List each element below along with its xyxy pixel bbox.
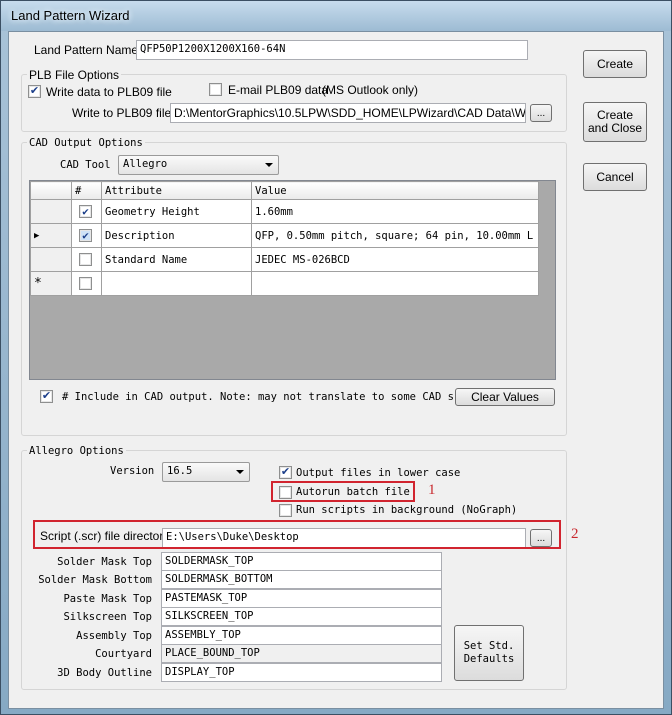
chevron-down-icon	[265, 163, 273, 167]
window-title: Land Pattern Wizard	[11, 8, 130, 23]
allegro-group-title: Allegro Options	[27, 445, 126, 457]
row-attribute-cell[interactable]: Description	[101, 223, 252, 248]
row-include-checkbox[interactable]	[79, 229, 92, 242]
write-to-label: Write to PLB09 file	[72, 106, 172, 120]
layer-label-solder-mask-top: Solder Mask Top	[57, 556, 152, 568]
version-value: 16.5	[167, 465, 193, 477]
background-checkbox[interactable]	[279, 504, 292, 517]
row-marker[interactable]	[30, 199, 72, 224]
layer-input-courtyard[interactable]: PLACE_BOUND_TOP	[161, 644, 442, 663]
plb-group-title: PLB File Options	[27, 68, 122, 82]
layer-label-paste-mask-top: Paste Mask Top	[63, 593, 152, 605]
land-pattern-name-input[interactable]: QFP50P1200X1200X160-64N	[136, 40, 528, 60]
layer-input-solder-mask-top[interactable]: SOLDERMASK_TOP	[161, 552, 442, 571]
version-select[interactable]: 16.5	[162, 462, 250, 482]
layer-label-assembly-top: Assembly Top	[76, 630, 152, 642]
row-value-cell[interactable]	[251, 271, 539, 296]
write-data-label: Write data to PLB09 file	[46, 85, 172, 99]
row-include-checkbox[interactable]	[79, 253, 92, 266]
grid-header-attribute[interactable]: Attribute	[101, 181, 252, 200]
grid-row[interactable]: Standard Name JEDEC MS-026BCD	[30, 247, 539, 272]
clear-values-button[interactable]: Clear Values	[455, 388, 555, 406]
annotation-box-script-dir	[33, 520, 561, 549]
grid-header-row: # Attribute Value	[30, 181, 539, 200]
annotation-number-1: 1	[428, 482, 436, 498]
title-bar[interactable]: Land Pattern Wizard	[1, 1, 671, 31]
version-label: Version	[110, 465, 155, 477]
email-note: (MS Outlook only)	[322, 83, 419, 97]
create-button[interactable]: Create	[583, 50, 647, 78]
row-include-checkbox[interactable]	[79, 277, 92, 290]
row-attribute-cell[interactable]: Standard Name	[101, 247, 252, 272]
row-value-cell[interactable]: 1.60mm	[251, 199, 539, 224]
row-value-cell[interactable]: QFP, 0.50mm pitch, square; 64 pin, 10.00…	[251, 223, 539, 248]
row-attribute-cell[interactable]	[101, 271, 252, 296]
row-marker[interactable]: ▶	[30, 223, 72, 248]
cad-tool-value: Allegro	[123, 158, 168, 170]
layer-label-courtyard: Courtyard	[95, 648, 152, 660]
cad-attributes-table: # Attribute Value Geometry Height 1.60mm…	[30, 181, 539, 296]
grid-header-value[interactable]: Value	[251, 181, 539, 200]
layer-input-assembly-top[interactable]: ASSEMBLY_TOP	[161, 626, 442, 645]
cad-group-title: CAD Output Options	[27, 137, 145, 149]
cad-tool-select[interactable]: Allegro	[118, 155, 279, 175]
cad-tool-label: CAD Tool	[60, 159, 111, 171]
annotation-number-2: 2	[571, 526, 579, 542]
dialog-client: Land Pattern Name QFP50P1200X1200X160-64…	[8, 31, 664, 709]
layer-input-solder-mask-bottom[interactable]: SOLDERMASK_BOTTOM	[161, 570, 442, 589]
set-std-defaults-button[interactable]: Set Std. Defaults	[454, 625, 524, 681]
email-label: E-mail PLB09 data	[228, 83, 329, 97]
grid-header-number: #	[71, 181, 102, 200]
grid-corner-header	[30, 181, 72, 200]
layer-input-paste-mask-top[interactable]: PASTEMASK_TOP	[161, 589, 442, 608]
background-label: Run scripts in background (NoGraph)	[296, 504, 518, 516]
include-in-cad-checkbox[interactable]	[40, 390, 53, 403]
layer-input-3d-body-outline[interactable]: DISPLAY_TOP	[161, 663, 442, 682]
email-checkbox[interactable]	[209, 83, 222, 96]
layer-label-solder-mask-bottom: Solder Mask Bottom	[38, 574, 152, 586]
row-marker[interactable]	[30, 247, 72, 272]
new-row-marker[interactable]: *	[30, 271, 72, 296]
grid-new-row[interactable]: *	[30, 271, 539, 296]
lower-case-checkbox[interactable]	[279, 466, 292, 479]
chevron-down-icon	[236, 470, 244, 474]
lower-case-label: Output files in lower case	[296, 467, 461, 479]
row-attribute-cell[interactable]: Geometry Height	[101, 199, 252, 224]
write-data-checkbox[interactable]	[28, 85, 41, 98]
include-note: # Include in CAD output. Note: may not t…	[62, 391, 454, 403]
layer-input-silkscreen-top[interactable]: SILKSCREEN_TOP	[161, 607, 442, 626]
annotation-box-autorun	[271, 481, 415, 502]
layer-label-3d-body-outline: 3D Body Outline	[57, 667, 152, 679]
grid-row[interactable]: ▶ Description QFP, 0.50mm pitch, square;…	[30, 223, 539, 248]
grid-row[interactable]: Geometry Height 1.60mm	[30, 199, 539, 224]
write-to-path-input[interactable]: D:\MentorGraphics\10.5LPW\SDD_HOME\LPWiz…	[170, 103, 526, 123]
cancel-button[interactable]: Cancel	[583, 163, 647, 191]
layer-label-silkscreen-top: Silkscreen Top	[63, 611, 152, 623]
plb-browse-button[interactable]: ...	[530, 104, 552, 122]
create-and-close-button[interactable]: Create and Close	[583, 102, 647, 142]
cad-attributes-grid: # Attribute Value Geometry Height 1.60mm…	[29, 180, 556, 380]
row-value-cell[interactable]: JEDEC MS-026BCD	[251, 247, 539, 272]
land-pattern-name-label: Land Pattern Name	[34, 43, 139, 57]
row-include-checkbox[interactable]	[79, 205, 92, 218]
land-pattern-wizard-window: Land Pattern Wizard Land Pattern Name QF…	[0, 0, 672, 715]
